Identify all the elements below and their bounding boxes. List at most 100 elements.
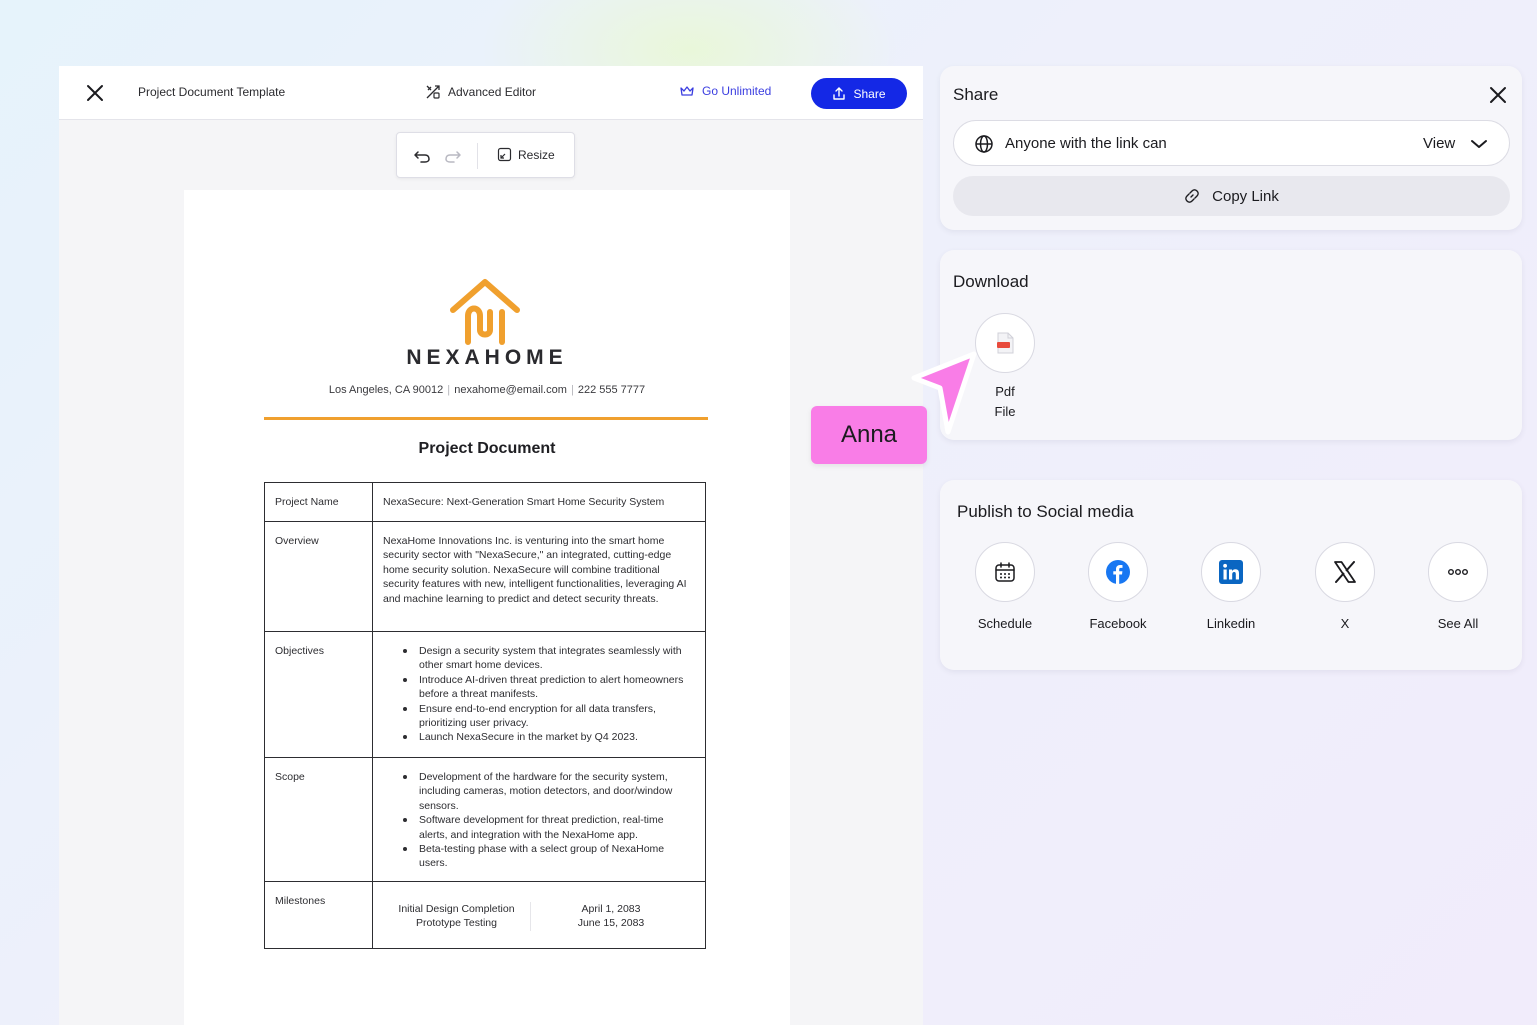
- copy-link-button[interactable]: Copy Link: [953, 176, 1510, 216]
- more-dots-icon: [1448, 569, 1468, 575]
- row-value: NexaHome Innovations Inc. is venturing i…: [372, 521, 706, 632]
- row-value: Development of the hardware for the secu…: [372, 757, 706, 882]
- list-item: Ensure end-to-end encryption for all dat…: [403, 702, 695, 731]
- see-all-button[interactable]: [1428, 542, 1488, 602]
- list-item: Software development for threat predicti…: [403, 813, 695, 842]
- project-table: Project Name NexaSecure: Next-Generation…: [264, 482, 706, 949]
- contact-line: Los Angeles, CA 90012 | nexahome@email.c…: [184, 384, 790, 396]
- row-label: Overview: [264, 521, 373, 632]
- facebook-item: Facebook: [1073, 542, 1163, 631]
- brand-name: NEXAHOME: [406, 346, 568, 369]
- go-unlimited-button[interactable]: Go Unlimited: [679, 84, 771, 98]
- close-share-icon[interactable]: [1487, 84, 1509, 106]
- share-panel: Share Anyone with the link can View Copy…: [940, 66, 1522, 230]
- table-row: Overview NexaHome Innovations Inc. is ve…: [264, 521, 706, 632]
- permission-label: View: [1423, 135, 1456, 152]
- share-button[interactable]: Share: [811, 78, 907, 109]
- see-all-label: See All: [1437, 616, 1479, 631]
- row-value: Initial Design Completion Prototype Test…: [372, 881, 706, 949]
- house-logo-icon: [450, 279, 520, 345]
- list-item: Development of the hardware for the secu…: [403, 770, 695, 813]
- row-label: Milestones: [264, 881, 373, 949]
- close-editor-icon[interactable]: [83, 81, 107, 105]
- milestone-date: April 1, 2083: [581, 903, 641, 915]
- schedule-button[interactable]: [975, 542, 1035, 602]
- advanced-editor-label: Advanced Editor: [448, 85, 537, 99]
- row-value: Design a security system that integrates…: [372, 631, 706, 758]
- milestones-grid: Initial Design Completion Prototype Test…: [383, 902, 695, 931]
- pdf-file-icon: [997, 332, 1014, 354]
- link-access-select[interactable]: Anyone with the link can View: [953, 120, 1510, 166]
- milestone-name: Prototype Testing: [416, 917, 497, 930]
- download-panel: Download Pdf File: [940, 250, 1522, 440]
- document-title[interactable]: Project Document Template: [138, 85, 285, 99]
- calendar-icon: [995, 562, 1015, 582]
- resize-icon: [497, 147, 512, 162]
- document-heading: Project Document: [418, 440, 556, 457]
- contact-phone: 222 555 7777: [577, 384, 646, 396]
- list-item: Introduce AI-driven threat prediction to…: [403, 673, 695, 702]
- link-icon: [1185, 189, 1199, 203]
- milestone-names: Initial Design Completion Prototype Test…: [383, 902, 531, 931]
- contact-address: Los Angeles, CA 90012: [328, 384, 444, 396]
- see-all-item: See All: [1413, 542, 1503, 631]
- list-item: Beta-testing phase with a select group o…: [403, 842, 695, 871]
- social-panel-title: Publish to Social media: [957, 502, 1134, 521]
- schedule-item: Schedule: [960, 542, 1050, 631]
- schedule-label: Schedule: [977, 616, 1033, 631]
- x-label: X: [1340, 616, 1350, 631]
- x-item: X: [1300, 542, 1390, 631]
- linkedin-icon: [1219, 560, 1243, 584]
- x-button[interactable]: [1315, 542, 1375, 602]
- x-logo-icon: [1334, 561, 1356, 583]
- table-row: Scope Development of the hardware for th…: [264, 757, 706, 882]
- list-item: Design a security system that integrates…: [403, 644, 695, 673]
- share-button-label: Share: [853, 86, 886, 101]
- row-label: Objectives: [264, 631, 373, 758]
- download-panel-title: Download: [953, 272, 1029, 291]
- linkedin-item: Linkedin: [1186, 542, 1276, 631]
- crown-icon: [680, 86, 694, 96]
- contact-separator: |: [447, 384, 451, 396]
- editor-toolbar: Resize: [396, 132, 575, 178]
- redo-icon[interactable]: [443, 146, 463, 166]
- link-access-label: Anyone with the link can: [1005, 135, 1167, 152]
- facebook-label: Facebook: [1089, 616, 1147, 631]
- copy-link-label: Copy Link: [1212, 187, 1279, 205]
- share-panel-title: Share: [953, 85, 999, 104]
- scope-list: Development of the hardware for the secu…: [383, 770, 695, 871]
- orange-divider: [264, 417, 708, 420]
- go-unlimited-label: Go Unlimited: [702, 84, 772, 98]
- table-row: Project Name NexaSecure: Next-Generation…: [264, 482, 706, 522]
- milestone-dates: April 1, 2083 June 15, 2083: [531, 902, 691, 931]
- milestone-name: Initial Design Completion: [398, 903, 515, 915]
- linkedin-button[interactable]: [1201, 542, 1261, 602]
- row-value: NexaSecure: Next-Generation Smart Home S…: [372, 482, 706, 522]
- editor-window: Project Document Template Advanced Edito…: [59, 66, 923, 1025]
- globe-icon: [975, 135, 993, 153]
- upload-icon: [833, 86, 846, 100]
- tools-icon: [426, 85, 440, 99]
- resize-button[interactable]: Resize: [497, 147, 555, 162]
- facebook-icon: [1106, 560, 1130, 584]
- resize-label: Resize: [518, 147, 555, 162]
- editor-header: Project Document Template Advanced Edito…: [59, 66, 923, 120]
- chevron-down-icon: [1471, 140, 1487, 148]
- document-page[interactable]: NEXAHOME Los Angeles, CA 90012 | nexahom…: [184, 190, 790, 1025]
- social-panel: Publish to Social media Schedule Faceboo…: [940, 480, 1522, 670]
- linkedin-label: Linkedin: [1206, 616, 1256, 631]
- collaborator-name-tag: Anna: [811, 406, 927, 464]
- table-row: Objectives Design a security system that…: [264, 631, 706, 758]
- table-row: Milestones Initial Design Completion Pro…: [264, 881, 706, 949]
- undo-icon[interactable]: [412, 146, 432, 166]
- contact-separator: |: [570, 384, 574, 396]
- row-label: Project Name: [264, 482, 373, 522]
- objectives-list: Design a security system that integrates…: [383, 644, 695, 745]
- advanced-editor-button[interactable]: Advanced Editor: [425, 84, 536, 100]
- row-label: Scope: [264, 757, 373, 882]
- toolbar-divider: [477, 143, 478, 169]
- contact-email: nexahome@email.com: [454, 384, 567, 396]
- facebook-button[interactable]: [1088, 542, 1148, 602]
- milestone-date: June 15, 2083: [577, 917, 645, 930]
- list-item: Launch NexaSecure in the market by Q4 20…: [403, 730, 695, 744]
